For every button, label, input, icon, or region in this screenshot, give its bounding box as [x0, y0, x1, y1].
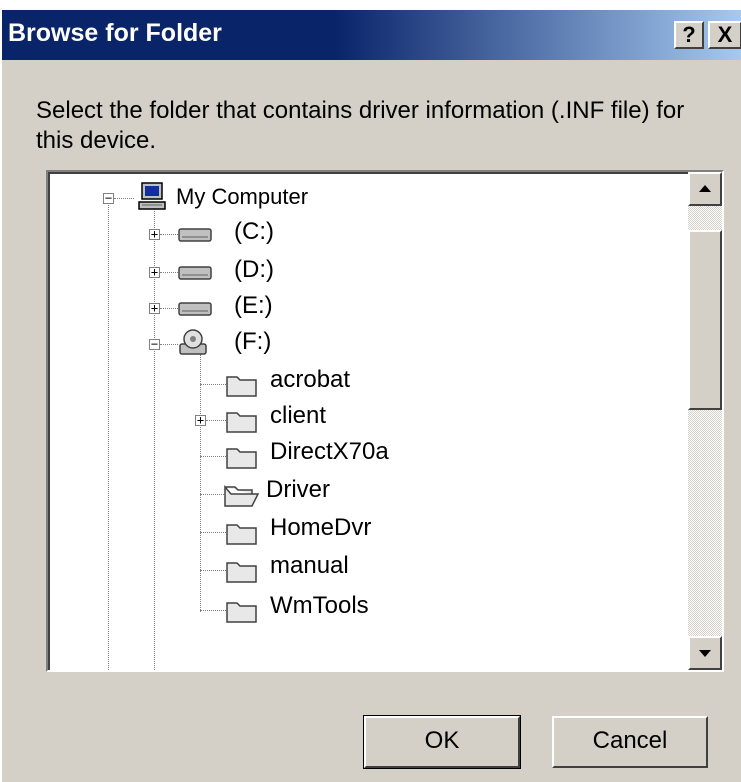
scroll-thumb[interactable] [688, 230, 722, 410]
title-bar[interactable]: Browse for Folder ? X [2, 10, 741, 60]
open-folder-icon [224, 484, 260, 507]
tree-line [160, 308, 178, 309]
tree-item-c-drive[interactable]: (C:) [234, 218, 274, 246]
tree-item-e-drive[interactable]: (E:) [234, 292, 273, 320]
tree-item-d-drive[interactable]: (D:) [234, 256, 274, 284]
tree-line [114, 198, 134, 199]
tree-line [200, 354, 201, 612]
tree-item-acrobat[interactable]: acrobat [270, 366, 350, 394]
instruction-text: Select the folder that contains driver i… [36, 97, 685, 154]
tree-line [160, 344, 178, 345]
expander-e-drive[interactable]: + [149, 302, 160, 314]
tree-line [200, 384, 226, 385]
tree-item-client[interactable]: client [270, 402, 326, 430]
hard-drive-icon [178, 302, 212, 316]
expander-c-drive[interactable]: + [149, 228, 160, 240]
close-button[interactable]: X [708, 21, 741, 49]
arrow-up-icon [699, 185, 711, 192]
tree-item-wmtools[interactable]: WmTools [270, 592, 369, 620]
tree-item-f-drive[interactable]: (F:) [234, 328, 271, 356]
folder-tree[interactable]: − My Computer + (C:) + (D:) + (E:) − (F:… [46, 170, 724, 672]
tree-item-driver[interactable]: Driver [266, 476, 330, 504]
expander-client[interactable]: + [195, 414, 206, 426]
arrow-down-icon [699, 650, 711, 657]
tree-line [200, 610, 226, 611]
cancel-button[interactable]: Cancel [552, 716, 708, 768]
tree-line [200, 456, 226, 457]
tree-line [206, 420, 226, 421]
tree-line [160, 272, 178, 273]
browse-for-folder-dialog: Browse for Folder ? X Select the folder … [0, 8, 741, 782]
ok-button[interactable]: OK [363, 715, 521, 769]
tree-line [160, 234, 178, 235]
scroll-down-button[interactable] [688, 636, 722, 670]
tree-item-manual[interactable]: manual [270, 552, 349, 580]
tree-line [200, 532, 226, 533]
folder-icon [226, 376, 257, 397]
folder-icon [226, 602, 257, 623]
tree-item-my-computer[interactable]: My Computer [176, 184, 308, 210]
expander-d-drive[interactable]: + [149, 266, 160, 278]
folder-icon [226, 562, 257, 583]
expander-my-computer[interactable]: − [103, 192, 114, 204]
tree-line [200, 494, 226, 495]
dialog-title: Browse for Folder [8, 19, 222, 47]
tree-item-homedvr[interactable]: HomeDvr [270, 514, 371, 542]
tree-line [108, 198, 109, 670]
tree-item-directx70a[interactable]: DirectX70a [270, 438, 389, 466]
folder-icon [226, 448, 257, 469]
expander-f-drive[interactable]: − [149, 338, 160, 350]
help-button[interactable]: ? [674, 21, 704, 49]
folder-icon [226, 412, 257, 433]
tree-line [200, 570, 226, 571]
computer-icon [138, 182, 166, 210]
scroll-up-button[interactable] [688, 172, 722, 206]
hard-drive-icon [178, 266, 212, 280]
hard-drive-icon [178, 228, 212, 242]
vertical-scrollbar[interactable] [688, 172, 722, 670]
cd-drive-icon [179, 329, 207, 355]
folder-icon [226, 524, 257, 545]
